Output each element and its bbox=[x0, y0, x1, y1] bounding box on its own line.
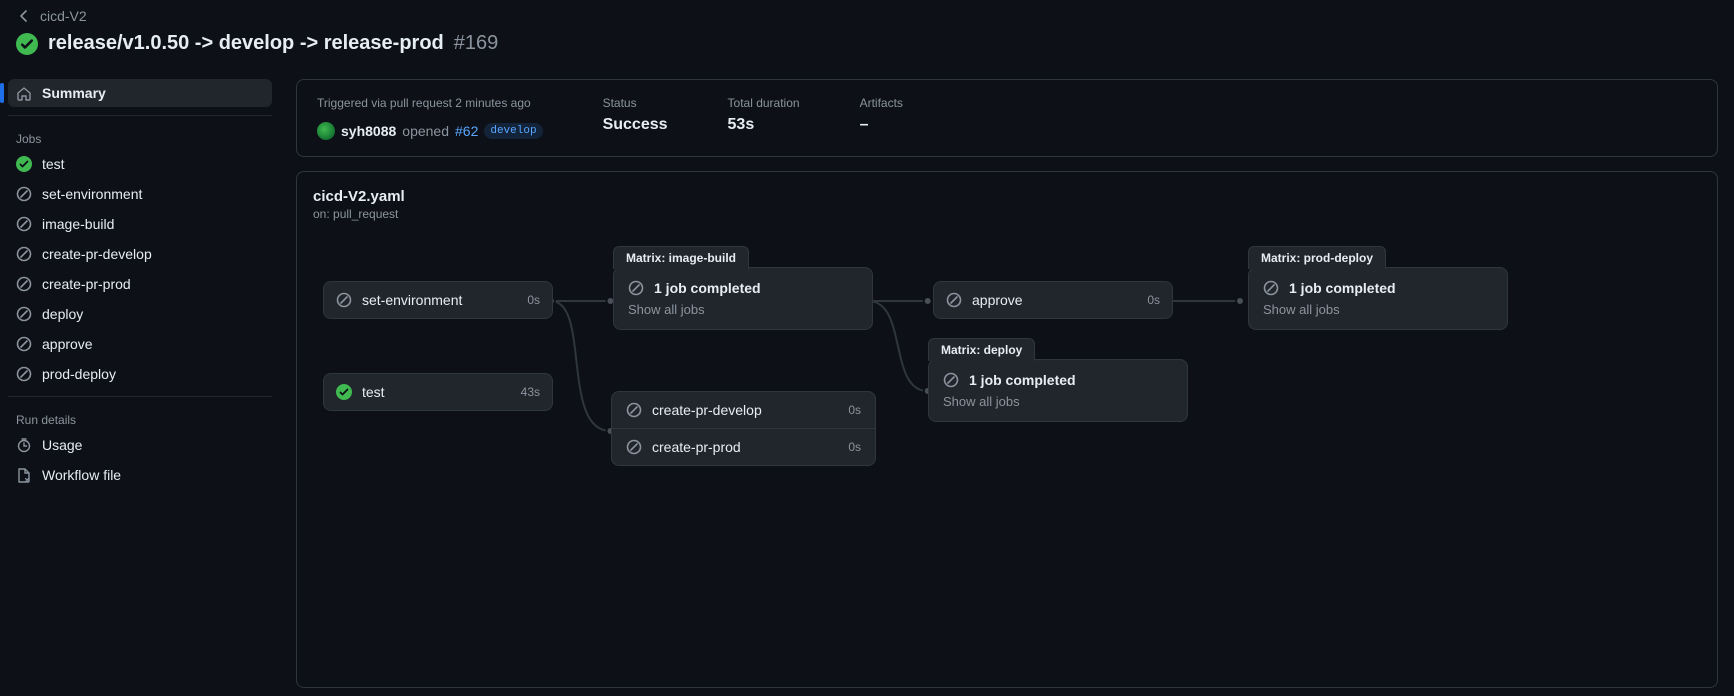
duration-label: Total duration bbox=[728, 96, 800, 110]
show-all-jobs[interactable]: Show all jobs bbox=[628, 302, 858, 317]
actor-link[interactable]: syh8088 bbox=[341, 123, 396, 139]
branch-tag[interactable]: develop bbox=[484, 123, 542, 139]
sidebar-workflow-file-label: Workflow file bbox=[42, 467, 121, 483]
jobs-heading: Jobs bbox=[8, 122, 272, 150]
duration-value[interactable]: 53s bbox=[728, 116, 800, 134]
node-label: create-pr-prod bbox=[652, 439, 741, 455]
sidebar-summary-label: Summary bbox=[42, 85, 106, 101]
skipped-icon bbox=[16, 366, 32, 382]
arrow-left-icon bbox=[16, 8, 32, 24]
divider bbox=[8, 396, 272, 397]
matrix-summary: 1 job completed bbox=[969, 372, 1076, 388]
sidebar-job-label: create-pr-develop bbox=[42, 246, 152, 262]
sidebar-usage-label: Usage bbox=[42, 437, 82, 453]
matrix-tab: Matrix: prod-deploy bbox=[1248, 246, 1386, 269]
node-test[interactable]: test 43s bbox=[323, 373, 553, 411]
matrix-summary: 1 job completed bbox=[654, 280, 761, 296]
skipped-icon bbox=[336, 292, 352, 308]
run-title: release/v1.0.50 -> develop -> release-pr… bbox=[48, 32, 444, 55]
node-time: 0s bbox=[1147, 293, 1160, 307]
skipped-icon bbox=[16, 306, 32, 322]
sidebar-job-create-pr-develop[interactable]: create-pr-develop bbox=[8, 240, 272, 268]
run-meta-panel: Triggered via pull request 2 minutes ago… bbox=[296, 79, 1718, 157]
matrix-deploy[interactable]: Matrix: deploy 1 job completed Show all … bbox=[928, 359, 1188, 422]
stopwatch-icon bbox=[16, 437, 32, 453]
workflow-filename: cicd-V2.yaml bbox=[313, 188, 1701, 205]
sidebar-job-label: test bbox=[42, 156, 65, 172]
skipped-icon bbox=[628, 280, 644, 296]
sidebar-job-create-pr-prod[interactable]: create-pr-prod bbox=[8, 270, 272, 298]
artifacts-label: Artifacts bbox=[860, 96, 903, 110]
file-icon bbox=[16, 467, 32, 483]
node-create-pr-prod[interactable]: create-pr-prod 0s bbox=[612, 428, 875, 465]
show-all-jobs[interactable]: Show all jobs bbox=[1263, 302, 1493, 317]
run-details-heading: Run details bbox=[8, 403, 272, 431]
skipped-icon bbox=[16, 276, 32, 292]
matrix-image-build[interactable]: Matrix: image-build 1 job completed Show… bbox=[613, 267, 873, 330]
skipped-icon bbox=[946, 292, 962, 308]
workflow-trigger: on: pull_request bbox=[313, 207, 1701, 221]
sidebar-job-test[interactable]: test bbox=[8, 150, 272, 178]
show-all-jobs[interactable]: Show all jobs bbox=[943, 394, 1173, 409]
node-set-environment[interactable]: set-environment 0s bbox=[323, 281, 553, 319]
breadcrumb-label: cicd-V2 bbox=[40, 8, 87, 24]
artifacts-value: – bbox=[860, 116, 903, 134]
action-text: opened bbox=[402, 123, 449, 139]
sidebar-usage[interactable]: Usage bbox=[8, 431, 272, 459]
skipped-icon bbox=[16, 186, 32, 202]
sidebar-job-set-environment[interactable]: set-environment bbox=[8, 180, 272, 208]
status-value: Success bbox=[603, 116, 668, 134]
sidebar-job-label: prod-deploy bbox=[42, 366, 116, 382]
sidebar-summary[interactable]: Summary bbox=[8, 79, 272, 107]
matrix-tab: Matrix: deploy bbox=[928, 338, 1035, 361]
sidebar-workflow-file[interactable]: Workflow file bbox=[8, 461, 272, 489]
pr-link[interactable]: #62 bbox=[455, 123, 478, 139]
sidebar-job-image-build[interactable]: image-build bbox=[8, 210, 272, 238]
node-time: 0s bbox=[848, 440, 861, 454]
node-approve[interactable]: approve 0s bbox=[933, 281, 1173, 319]
sidebar-job-prod-deploy[interactable]: prod-deploy bbox=[8, 360, 272, 388]
status-label: Status bbox=[603, 96, 668, 110]
matrix-prod-deploy[interactable]: Matrix: prod-deploy 1 job completed Show… bbox=[1248, 267, 1508, 330]
node-label: create-pr-develop bbox=[652, 402, 762, 418]
skipped-icon bbox=[16, 216, 32, 232]
node-label: test bbox=[362, 384, 385, 400]
success-icon bbox=[336, 384, 352, 400]
matrix-tab: Matrix: image-build bbox=[613, 246, 749, 269]
node-time: 0s bbox=[527, 293, 540, 307]
actor-row: syh8088 opened #62 develop bbox=[317, 122, 543, 140]
sidebar-job-label: set-environment bbox=[42, 186, 142, 202]
node-time: 0s bbox=[848, 403, 861, 417]
skipped-icon bbox=[1263, 280, 1279, 296]
skipped-icon bbox=[16, 336, 32, 352]
node-create-pr-develop[interactable]: create-pr-develop 0s bbox=[612, 392, 875, 428]
trigger-text: Triggered via pull request 2 minutes ago bbox=[317, 96, 543, 110]
skipped-icon bbox=[943, 372, 959, 388]
sidebar-job-approve[interactable]: approve bbox=[8, 330, 272, 358]
node-time: 43s bbox=[521, 385, 540, 399]
workflow-graph: cicd-V2.yaml on: pull_request bbox=[296, 171, 1718, 688]
breadcrumb[interactable]: cicd-V2 bbox=[16, 8, 1718, 24]
sidebar-job-label: approve bbox=[42, 336, 93, 352]
sidebar-job-label: deploy bbox=[42, 306, 83, 322]
sidebar-job-label: create-pr-prod bbox=[42, 276, 131, 292]
skipped-icon bbox=[626, 402, 642, 418]
node-label: approve bbox=[972, 292, 1023, 308]
run-number: #169 bbox=[454, 32, 499, 55]
skipped-icon bbox=[626, 439, 642, 455]
page-title-row: release/v1.0.50 -> develop -> release-pr… bbox=[16, 32, 1718, 55]
divider bbox=[8, 115, 272, 116]
sidebar-job-label: image-build bbox=[42, 216, 114, 232]
success-icon bbox=[16, 33, 38, 55]
home-icon bbox=[16, 85, 32, 101]
success-icon bbox=[16, 156, 32, 172]
node-label: set-environment bbox=[362, 292, 462, 308]
avatar bbox=[317, 122, 335, 140]
matrix-summary: 1 job completed bbox=[1289, 280, 1396, 296]
sidebar: Summary Jobs test set-environment image-… bbox=[0, 71, 280, 696]
skipped-icon bbox=[16, 246, 32, 262]
stack-create-pr: create-pr-develop 0s create-pr-prod 0s bbox=[611, 391, 876, 466]
sidebar-job-deploy[interactable]: deploy bbox=[8, 300, 272, 328]
